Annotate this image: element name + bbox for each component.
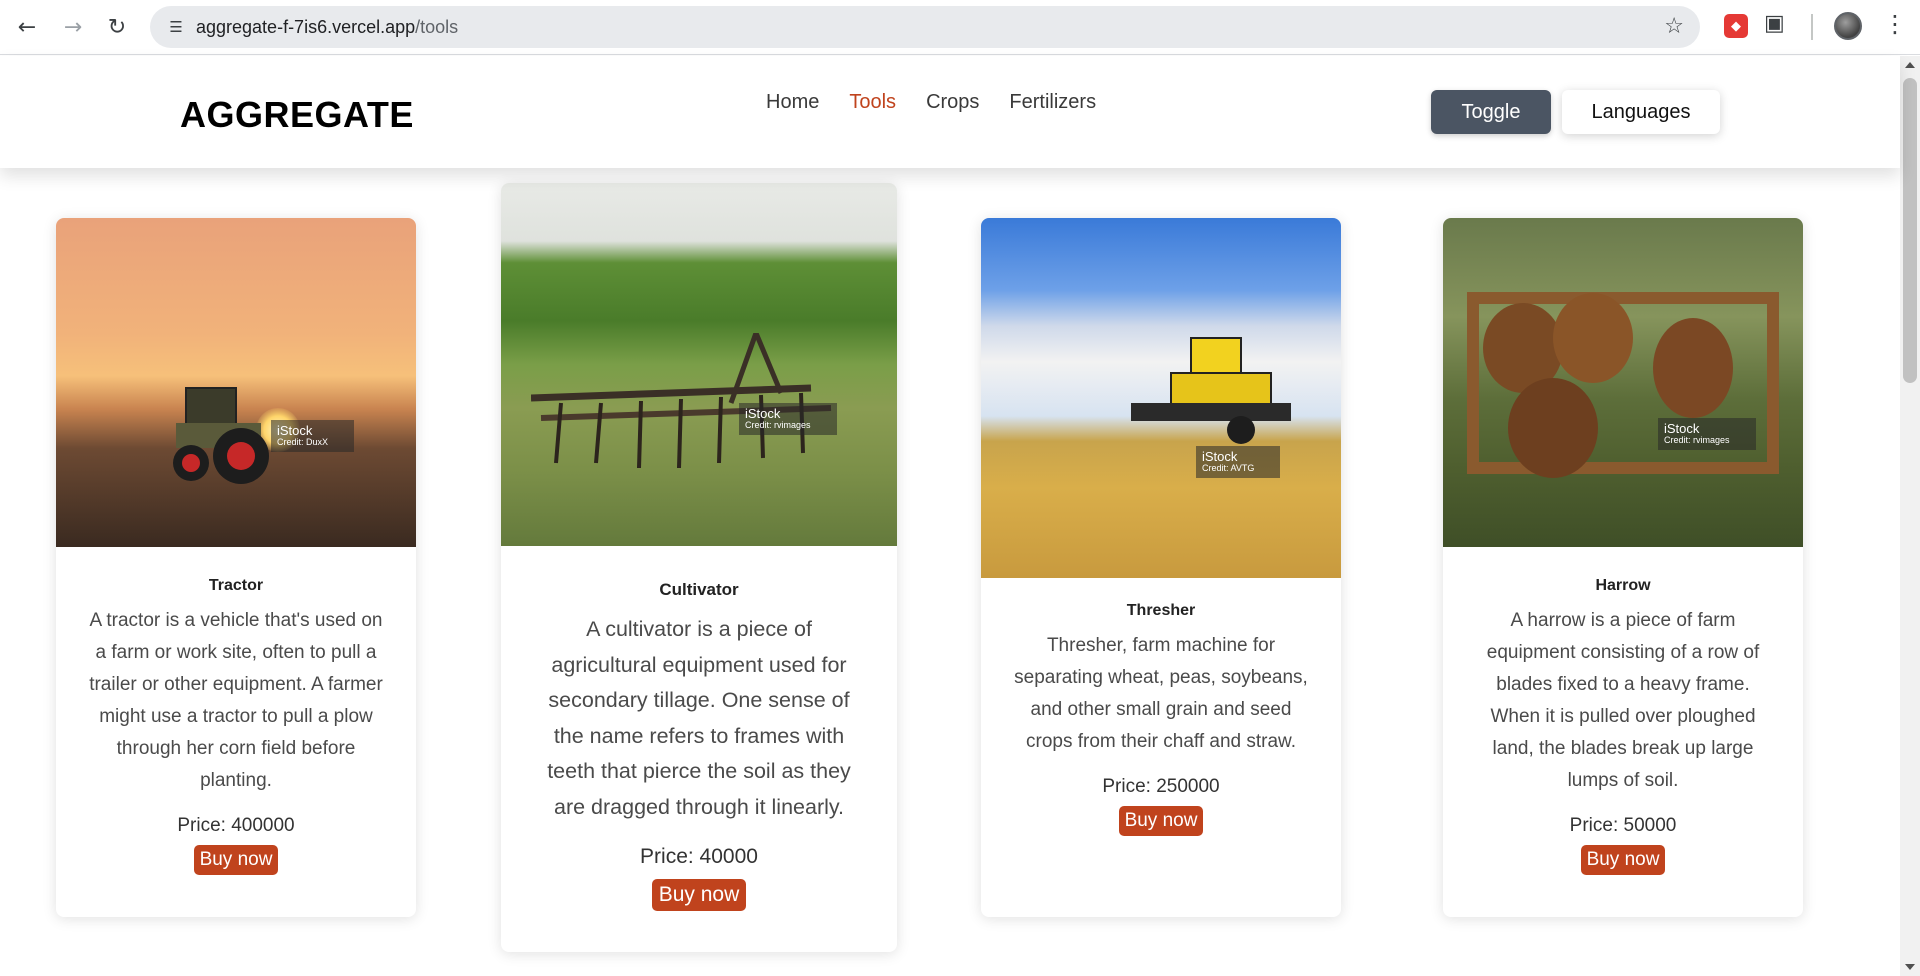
credit-author: Credit: AVTG: [1202, 463, 1255, 474]
nav-home[interactable]: Home: [766, 91, 819, 114]
product-card-thresher: iStock Credit: AVTG Thresher Thresher, fa…: [981, 218, 1341, 917]
credit-author: Credit: rvimages: [1664, 435, 1730, 446]
card-description: A tractor is a vehicle that's used on a …: [89, 610, 383, 791]
card-description: A cultivator is a piece of agricultural …: [547, 617, 851, 819]
tractor-image: iStock Credit: DuxX: [56, 218, 416, 547]
scroll-up-icon[interactable]: [1905, 62, 1915, 68]
credit-author: Credit: rvimages: [745, 420, 811, 431]
buy-now-button[interactable]: Buy now: [651, 879, 747, 911]
card-description: A harrow is a piece of farm equipment co…: [1486, 610, 1760, 791]
page-scrollbar[interactable]: [1900, 56, 1920, 976]
url-path: /tools: [415, 17, 459, 37]
extension-icon[interactable]: ◆: [1724, 14, 1748, 38]
card-title: Cultivator: [659, 580, 739, 599]
scrollbar-thumb[interactable]: [1903, 78, 1917, 383]
back-icon[interactable]: ←: [10, 10, 44, 44]
card-title: Thresher: [1126, 602, 1196, 619]
puzzle-icon[interactable]: ▣: [1764, 11, 1785, 36]
site-settings-icon[interactable]: ☰: [164, 15, 188, 39]
image-credit: iStock Credit: AVTG: [1196, 446, 1281, 479]
cultivator-image: iStock Credit: rvimages: [501, 183, 897, 546]
menu-icon[interactable]: ⋮: [1883, 10, 1907, 38]
languages-button[interactable]: Languages: [1562, 90, 1720, 134]
card-title: Harrow: [1595, 577, 1651, 594]
harrow-illustration: [1467, 292, 1779, 478]
credit-brand: iStock: [745, 406, 781, 421]
profile-avatar[interactable]: [1834, 12, 1862, 40]
credit-brand: iStock: [1664, 421, 1700, 436]
card-description: Thresher, farm machine for separating wh…: [1014, 635, 1308, 752]
card-price: Price: 50000: [1569, 815, 1677, 836]
credit-author: Credit: DuxX: [277, 437, 329, 448]
card-price: Price: 400000: [177, 815, 295, 836]
card-title: Tractor: [208, 577, 264, 594]
product-card-cultivator: iStock Credit: rvimages Cultivator A cult…: [501, 183, 897, 952]
url-domain: aggregate-f-7is6.vercel.app: [196, 17, 416, 37]
site-header: AGGREGATE Home Tools Crops Fertilizers T…: [0, 56, 1900, 168]
address-bar[interactable]: ☰ aggregate-f-7is6.vercel.app/tools ☆: [150, 6, 1700, 48]
scroll-down-icon[interactable]: [1905, 964, 1915, 970]
product-card-tractor: iStock Credit: DuxX Tractor A tractor is …: [56, 218, 416, 917]
harrow-image: iStock Credit: rvimages: [1443, 218, 1803, 547]
toggle-button[interactable]: Toggle: [1431, 90, 1551, 134]
reload-icon[interactable]: ↻: [100, 10, 134, 44]
tractor-illustration: [173, 387, 269, 484]
image-credit: iStock Credit: DuxX: [271, 420, 355, 453]
thresher-image: iStock Credit: AVTG: [981, 218, 1341, 578]
card-price: Price: 40000: [640, 845, 758, 868]
url-text[interactable]: aggregate-f-7is6.vercel.app/tools: [196, 17, 458, 38]
image-credit: iStock Credit: rvimages: [1658, 418, 1756, 451]
star-icon[interactable]: ☆: [1664, 14, 1684, 39]
buy-now-button[interactable]: Buy now: [1580, 845, 1666, 875]
product-card-harrow: iStock Credit: rvimages Harrow A harrow i…: [1443, 218, 1803, 917]
site-logo[interactable]: AGGREGATE: [180, 94, 414, 136]
credit-brand: iStock: [277, 423, 313, 438]
image-credit: iStock Credit: rvimages: [739, 403, 837, 436]
forward-icon[interactable]: →: [56, 10, 90, 44]
buy-now-button[interactable]: Buy now: [1118, 806, 1204, 836]
nav-tools[interactable]: Tools: [849, 91, 896, 114]
main-nav: Home Tools Crops Fertilizers: [766, 91, 1096, 114]
card-price: Price: 250000: [1102, 776, 1220, 797]
toolbar-divider: [1811, 14, 1813, 40]
thresher-illustration: [1131, 337, 1291, 444]
buy-now-button[interactable]: Buy now: [193, 845, 279, 875]
nav-fertilizers[interactable]: Fertilizers: [1009, 91, 1096, 114]
browser-toolbar: ← → ↻ ☰ aggregate-f-7is6.vercel.app/tool…: [0, 0, 1920, 55]
nav-crops[interactable]: Crops: [926, 91, 979, 114]
credit-brand: iStock: [1202, 449, 1238, 464]
